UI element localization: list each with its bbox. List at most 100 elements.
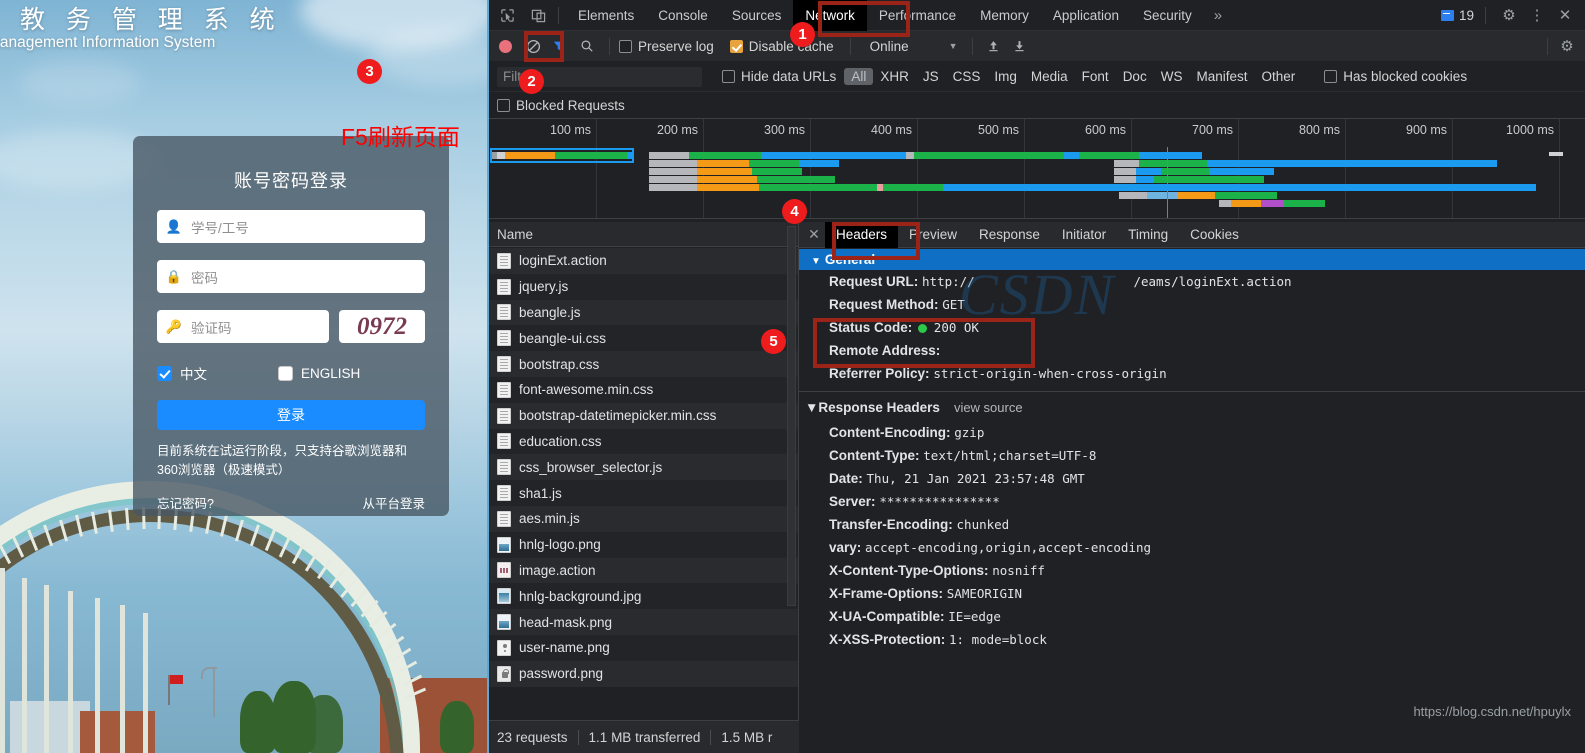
message-count[interactable]: 19	[1440, 8, 1474, 23]
waterfall-bar	[697, 168, 752, 175]
waterfall-bar	[1136, 168, 1161, 175]
password-field[interactable]: 🔒 密码	[157, 260, 425, 293]
lang-cn-checkbox[interactable]	[157, 365, 172, 381]
response-headers-section[interactable]: ▼Response Headers view source	[799, 392, 1585, 421]
tab-security[interactable]: Security	[1131, 0, 1204, 31]
filter-icon[interactable]	[546, 35, 572, 57]
table-row[interactable]: css_browser_selector.js	[489, 454, 798, 481]
request-list-body[interactable]: loginExt.action jquery.js beangle.js bea…	[489, 248, 798, 720]
waterfall-bar	[497, 152, 505, 159]
disable-cache-checkbox[interactable]: Disable cache	[729, 39, 834, 54]
throttling-value: Online	[869, 38, 909, 54]
detail-tab-initiator[interactable]: Initiator	[1051, 222, 1117, 248]
captcha-image[interactable]: 0972	[339, 310, 425, 343]
doc-file-icon	[497, 510, 511, 527]
detail-tab-headers[interactable]: Headers	[825, 222, 899, 248]
request-list-scrollbar[interactable]	[787, 226, 796, 606]
lang-en-checkbox[interactable]	[278, 365, 293, 381]
table-row[interactable]: loginExt.action	[489, 248, 798, 274]
request-list-header[interactable]: Name	[489, 222, 798, 247]
header-key: X-XSS-Protection:	[829, 632, 946, 647]
waterfall-bar	[555, 152, 627, 159]
tab-console[interactable]: Console	[646, 0, 720, 31]
tab-application[interactable]: Application	[1041, 0, 1131, 31]
inspect-element-icon[interactable]	[495, 3, 520, 28]
detail-tab-preview[interactable]: Preview	[898, 222, 968, 248]
forgot-password-link[interactable]: 忘记密码?	[157, 493, 214, 512]
network-settings-gear-icon[interactable]: ⚙	[1555, 34, 1579, 58]
request-name: bootstrap-datetimepicker.min.css	[519, 408, 717, 424]
table-row[interactable]: image.action	[489, 557, 798, 584]
close-devtools-icon[interactable]: ✕	[1553, 3, 1577, 27]
hide-data-urls-checkbox[interactable]: Hide data URLs	[722, 69, 836, 84]
filter-type-doc[interactable]: Doc	[1116, 69, 1154, 84]
header-row-date: Date: Thu, 21 Jan 2021 23:57:48 GMT	[799, 467, 1585, 490]
table-row[interactable]: password.png	[489, 660, 798, 687]
tab-performance[interactable]: Performance	[867, 0, 968, 31]
header-row-request-method: Request Method: GET	[799, 293, 1585, 316]
header-value: SAMEORIGIN	[946, 586, 1023, 601]
has-blocked-cookies-label: Has blocked cookies	[1343, 69, 1468, 84]
tab-sources[interactable]: Sources	[720, 0, 794, 31]
preserve-log-checkbox[interactable]: Preserve log	[619, 39, 714, 54]
table-row[interactable]: beangle.js	[489, 299, 798, 326]
filter-type-ws[interactable]: WS	[1154, 69, 1190, 84]
waterfall-bar	[649, 152, 689, 159]
table-row[interactable]: aes.min.js	[489, 505, 798, 532]
export-har-icon[interactable]	[1008, 35, 1032, 57]
table-row[interactable]: user-name.png	[489, 634, 798, 661]
filter-type-manifest[interactable]: Manifest	[1189, 69, 1254, 84]
settings-gear-icon[interactable]: ⚙	[1497, 3, 1521, 27]
detail-tab-cookies[interactable]: Cookies	[1179, 222, 1250, 248]
network-timeline-overview[interactable]: 100 ms 200 ms 300 ms 400 ms 500 ms 600 m…	[489, 119, 1585, 219]
clear-network-log-icon[interactable]	[522, 35, 544, 57]
detail-tab-timing[interactable]: Timing	[1117, 222, 1179, 248]
table-row[interactable]: beangle-ui.css	[489, 325, 798, 352]
blocked-requests-checkbox[interactable]: Blocked Requests	[497, 98, 625, 113]
close-detail-icon[interactable]: ✕	[803, 226, 825, 243]
search-icon[interactable]	[574, 35, 600, 57]
filter-type-font[interactable]: Font	[1075, 69, 1116, 84]
table-row[interactable]: hnlg-logo.png	[489, 531, 798, 558]
username-field[interactable]: 👤 学号/工号	[157, 210, 425, 243]
tree	[440, 701, 474, 753]
device-toolbar-icon[interactable]	[526, 3, 551, 28]
headers-content: CSDN ▼ General Request URL: http:// /eams…	[799, 249, 1585, 720]
import-har-icon[interactable]	[982, 35, 1006, 57]
view-source-link[interactable]: view source	[954, 400, 1023, 415]
filter-type-media[interactable]: Media	[1024, 69, 1075, 84]
image-file-icon	[497, 536, 511, 553]
has-blocked-cookies-checkbox[interactable]: Has blocked cookies	[1324, 69, 1467, 84]
site-title-en: e Management Information System	[0, 34, 216, 51]
table-row[interactable]: jquery.js	[489, 273, 798, 300]
table-row[interactable]: head-mask.png	[489, 609, 798, 635]
filter-type-img[interactable]: Img	[987, 69, 1024, 84]
table-row[interactable]: bootstrap-datetimepicker.min.css	[489, 402, 798, 429]
chevron-down-icon: ▼	[811, 256, 821, 267]
table-row[interactable]: font-awesome.min.css	[489, 376, 798, 403]
waterfall-bar	[1231, 200, 1261, 207]
header-row-transfer-encoding: Transfer-Encoding: chunked	[799, 513, 1585, 536]
table-row[interactable]: sha1.js	[489, 480, 798, 506]
filter-type-js[interactable]: JS	[916, 69, 946, 84]
table-row[interactable]: hnlg-background.jpg	[489, 583, 798, 610]
platform-login-link[interactable]: 从平台登录	[362, 493, 425, 512]
filter-type-other[interactable]: Other	[1254, 69, 1302, 84]
waterfall-bar	[1209, 168, 1274, 175]
filter-type-all[interactable]: All	[844, 68, 874, 85]
captcha-field[interactable]: 🔑 验证码	[157, 310, 329, 343]
tab-elements[interactable]: Elements	[566, 0, 646, 31]
filter-type-xhr[interactable]: XHR	[873, 69, 916, 84]
tab-overflow-icon[interactable]: »	[1204, 0, 1232, 31]
filter-type-css[interactable]: CSS	[946, 69, 988, 84]
throttling-select[interactable]: Online ▼	[870, 39, 958, 54]
site-title: 合 教 务 管 理 系 统 e Management Information S…	[0, 5, 282, 51]
table-row[interactable]: bootstrap.css	[489, 351, 798, 377]
table-row[interactable]: education.css	[489, 428, 798, 455]
tab-memory[interactable]: Memory	[968, 0, 1041, 31]
record-button[interactable]	[499, 39, 512, 53]
login-button[interactable]: 登录	[157, 400, 425, 430]
more-options-icon[interactable]: ⋮	[1525, 3, 1549, 27]
general-section-header[interactable]: ▼ General	[799, 249, 1585, 270]
detail-tab-response[interactable]: Response	[968, 222, 1051, 248]
